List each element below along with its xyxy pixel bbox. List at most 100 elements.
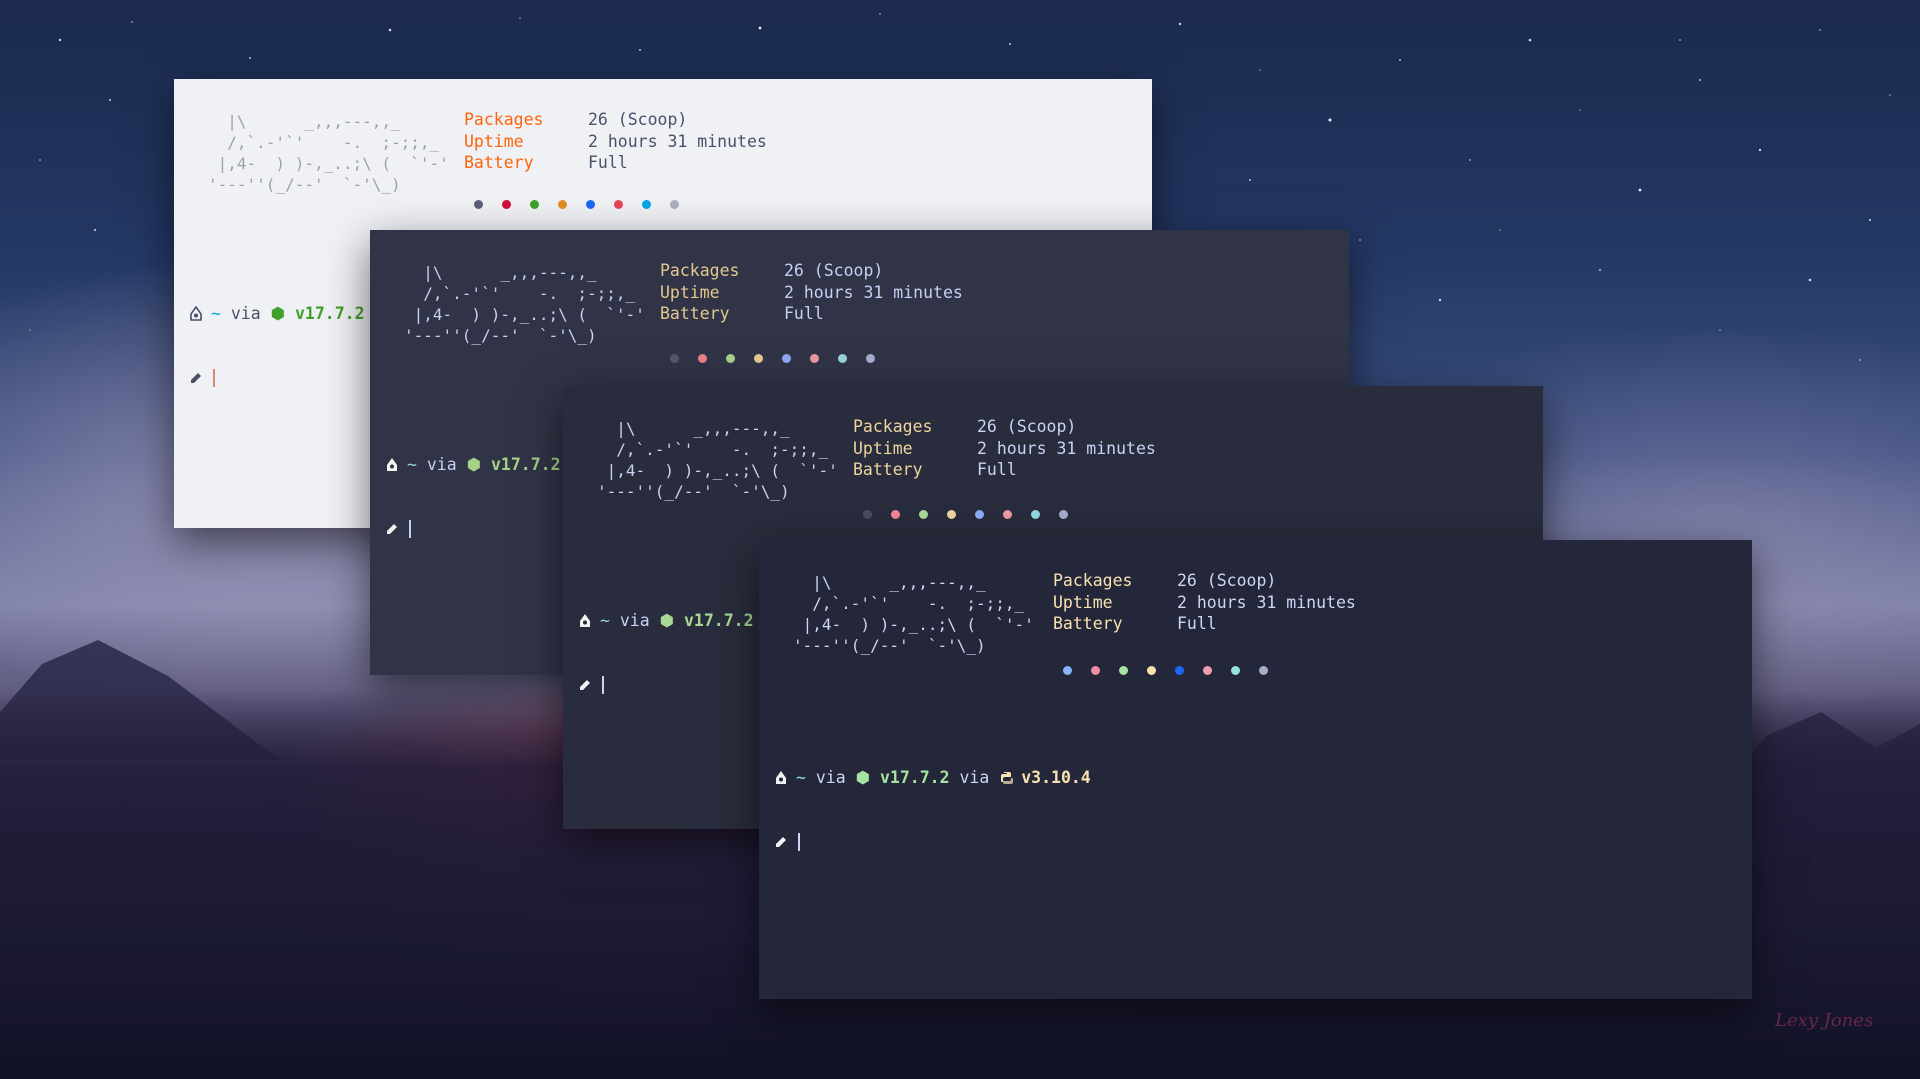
pencil-icon xyxy=(776,837,786,847)
node-icon: ⬢ xyxy=(466,455,491,474)
palette-dot xyxy=(558,200,567,209)
palette-dot xyxy=(975,510,984,519)
color-palette xyxy=(474,200,679,209)
palette-dot xyxy=(670,354,679,363)
uptime-value: 2 hours 31 minutes xyxy=(588,131,767,151)
uptime-value: 2 hours 31 minutes xyxy=(784,282,963,302)
palette-dot xyxy=(891,510,900,519)
palette-dot xyxy=(1203,666,1212,675)
node-version: v17.7.2 xyxy=(879,768,950,787)
prompt-via: via xyxy=(426,455,457,474)
python-version: v3.10.4 xyxy=(1021,768,1091,787)
node-version: v17.7.2 xyxy=(490,455,561,474)
system-info: Packages 26 (Scoop) Uptime 2 hours 31 minu… xyxy=(464,109,767,174)
prompt-dir: ~ xyxy=(796,768,806,787)
battery-label: Battery xyxy=(660,304,730,323)
terminal-window-mocha[interactable]: |\ _,,,---,,_ /,`.-'`' -. ;-;;,_ |,4- ) … xyxy=(759,540,1752,999)
battery-label: Battery xyxy=(1053,614,1123,633)
palette-dot xyxy=(642,200,651,209)
system-info: Packages 26 (Scoop) Uptime 2 hours 31 minu… xyxy=(660,260,963,325)
color-palette xyxy=(1063,666,1268,675)
text-cursor[interactable] xyxy=(798,833,800,851)
shell-prompt: ~ via ⬢ v17.7.2 xyxy=(577,566,754,738)
palette-dot xyxy=(586,200,595,209)
text-cursor[interactable] xyxy=(213,369,215,387)
color-palette xyxy=(670,354,875,363)
system-info: Packages 26 (Scoop) Uptime 2 hours 31 minu… xyxy=(1053,570,1356,635)
prompt-dir: ~ xyxy=(600,611,610,630)
battery-value: Full xyxy=(588,153,628,172)
color-palette xyxy=(863,510,1068,519)
packages-value: 26 (Scoop) xyxy=(784,261,884,280)
pencil-icon xyxy=(191,373,201,383)
palette-dot xyxy=(698,354,707,363)
artist-signature: Lexy Jones xyxy=(1775,1010,1874,1031)
ascii-cat: |\ _,,,---,,_ /,`.-'`' -. ;-;;,_ |,4- ) … xyxy=(404,263,645,345)
node-version: v17.7.2 xyxy=(294,304,365,323)
palette-dot xyxy=(1175,666,1184,675)
battery-label: Battery xyxy=(464,153,534,172)
palette-dot xyxy=(1147,666,1156,675)
packages-value: 26 (Scoop) xyxy=(588,110,688,129)
battery-value: Full xyxy=(784,304,824,323)
uptime-value: 2 hours 31 minutes xyxy=(977,438,1156,458)
packages-value: 26 (Scoop) xyxy=(977,417,1077,436)
palette-dot xyxy=(1063,666,1072,675)
palette-dot xyxy=(782,354,791,363)
uptime-label: Uptime xyxy=(853,438,913,458)
palette-dot xyxy=(614,200,623,209)
packages-value: 26 (Scoop) xyxy=(1177,571,1277,590)
uptime-label: Uptime xyxy=(1053,592,1113,612)
uptime-label: Uptime xyxy=(660,282,720,302)
node-icon: ⬢ xyxy=(659,611,684,630)
battery-value: Full xyxy=(977,460,1017,479)
palette-dot xyxy=(838,354,847,363)
palette-dot xyxy=(726,354,735,363)
palette-dot xyxy=(810,354,819,363)
system-info: Packages 26 (Scoop) Uptime 2 hours 31 minu… xyxy=(853,416,1156,481)
node-icon: ⬢ xyxy=(270,304,295,323)
pencil-icon xyxy=(580,680,590,690)
prompt-via: via xyxy=(230,304,261,323)
palette-dot xyxy=(863,510,872,519)
palette-dot xyxy=(1091,666,1100,675)
palette-dot xyxy=(670,200,679,209)
prompt-via: via xyxy=(619,611,650,630)
palette-dot xyxy=(1059,510,1068,519)
palette-dot xyxy=(1003,510,1012,519)
uptime-label: Uptime xyxy=(464,131,524,151)
prompt-dir: ~ xyxy=(211,304,221,323)
packages-label: Packages xyxy=(660,261,740,280)
palette-dot xyxy=(530,200,539,209)
os-icon xyxy=(776,771,786,784)
battery-label: Battery xyxy=(853,460,923,479)
palette-dot xyxy=(947,510,956,519)
packages-label: Packages xyxy=(853,417,933,436)
prompt-via-python: via xyxy=(959,768,990,787)
packages-label: Packages xyxy=(464,110,544,129)
os-icon xyxy=(387,458,397,471)
palette-dot xyxy=(754,354,763,363)
ascii-cat: |\ _,,,---,,_ /,`.-'`' -. ;-;;,_ |,4- ) … xyxy=(793,573,1034,655)
palette-dot xyxy=(502,200,511,209)
palette-dot xyxy=(1119,666,1128,675)
shell-prompt: ~ via ⬢ v17.7.2 xyxy=(384,410,561,582)
uptime-value: 2 hours 31 minutes xyxy=(1177,592,1356,612)
prompt-via: via xyxy=(815,768,846,787)
palette-dot xyxy=(1031,510,1040,519)
palette-dot xyxy=(474,200,483,209)
prompt-dir: ~ xyxy=(407,455,417,474)
node-version: v17.7.2 xyxy=(683,611,754,630)
shell-prompt: ~ via ⬢ v17.7.2 xyxy=(188,259,365,431)
packages-label: Packages xyxy=(1053,571,1133,590)
node-icon: ⬢ xyxy=(855,768,880,787)
shell-prompt: ~ via ⬢ v17.7.2 via v3.10.4 xyxy=(773,723,1091,895)
os-icon xyxy=(580,614,590,627)
text-cursor[interactable] xyxy=(409,520,411,538)
palette-dot xyxy=(919,510,928,519)
pencil-icon xyxy=(387,524,397,534)
os-icon xyxy=(190,306,202,321)
text-cursor[interactable] xyxy=(602,676,604,694)
palette-dot xyxy=(866,354,875,363)
ascii-cat: |\ _,,,---,,_ /,`.-'`' -. ;-;;,_ |,4- ) … xyxy=(208,112,449,194)
